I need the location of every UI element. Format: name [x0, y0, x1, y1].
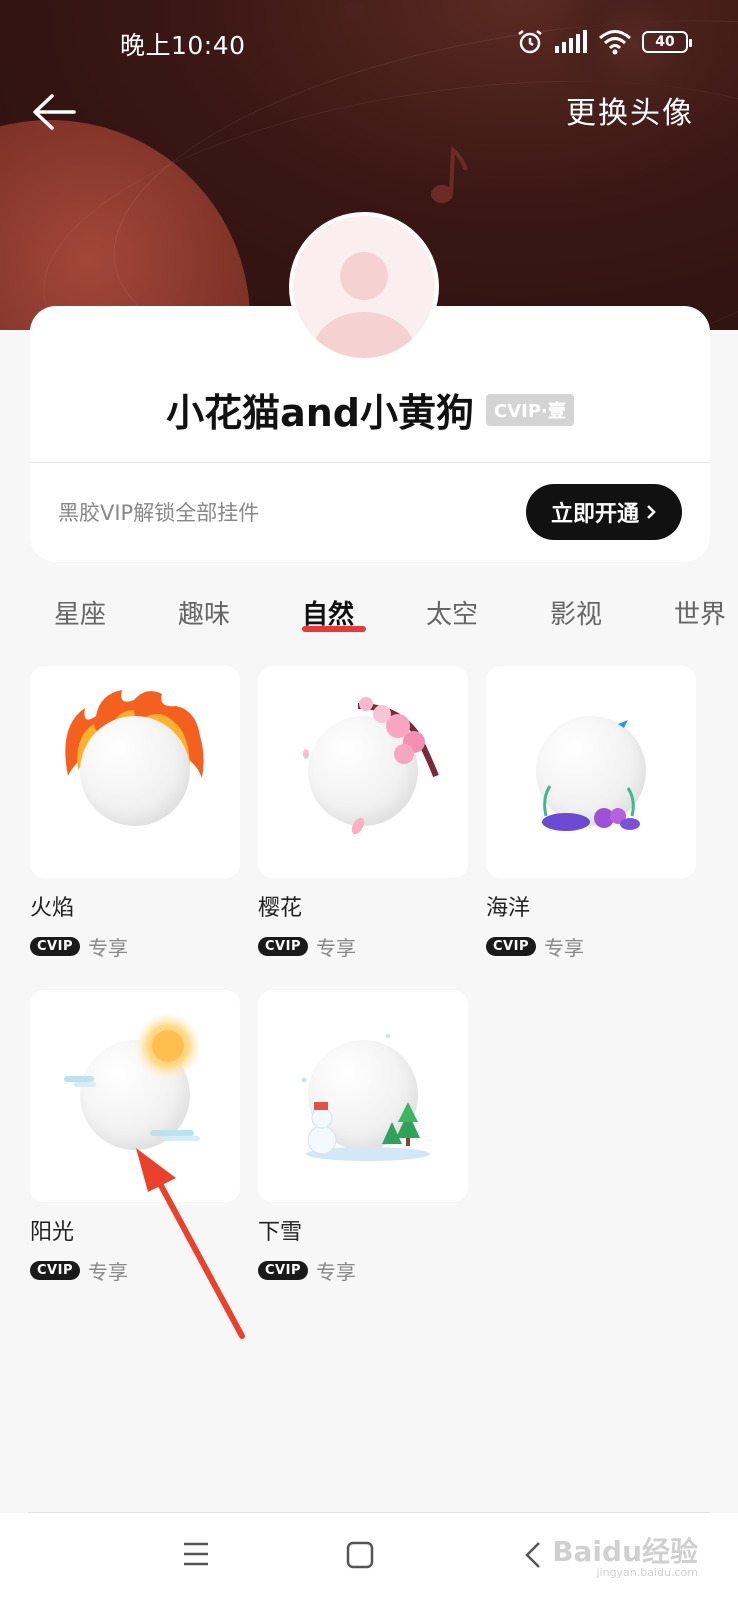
pendant-thumbnail[interactable] — [486, 666, 696, 878]
cvip-badge: CVIP — [258, 1261, 308, 1280]
username: 小花猫and小黄狗 — [166, 391, 475, 435]
status-bar: 晚上10:40 40 — [0, 22, 738, 62]
change-avatar-button[interactable]: 更换头像 — [566, 88, 694, 132]
snow-frame-icon — [301, 1034, 430, 1161]
pendant-item-fire[interactable]: 火焰 CVIP 专享 — [30, 666, 240, 961]
unlock-hint-text: 黑胶VIP解锁全部挂件 — [58, 501, 260, 525]
pendant-item-snow[interactable]: 下雪 CVIP 专享 — [258, 990, 468, 1285]
username-row: 小花猫and小黄狗 CVIP·壹 — [30, 382, 710, 437]
item-name: 樱花 — [258, 896, 303, 921]
pendant-item-cherry-blossom[interactable]: 樱花 CVIP 专享 — [258, 666, 468, 961]
watermark-text: Baidu经验 — [552, 1535, 698, 1568]
card-divider — [30, 462, 710, 463]
cvip-badge: CVIP — [30, 1261, 80, 1280]
vip-level-badge: CVIP·壹 — [486, 393, 574, 426]
item-name: 火焰 — [30, 896, 75, 921]
chevron-right-icon — [647, 505, 656, 519]
back-arrow-icon[interactable] — [30, 92, 76, 132]
alarm-icon — [518, 30, 542, 54]
tab-constellation[interactable]: 星座 — [54, 594, 106, 631]
item-vip-tag: CVIP 专享 — [30, 932, 240, 961]
status-icons: 40 — [516, 28, 692, 56]
bubble-decoration — [345, 0, 365, 20]
item-name: 海洋 — [486, 896, 531, 921]
cherry-blossom-frame-icon — [303, 697, 439, 835]
pendant-item-ocean[interactable]: 海洋 CVIP 专享 — [486, 666, 696, 961]
cvip-badge: CVIP — [258, 937, 308, 956]
tab-fun[interactable]: 趣味 — [178, 594, 230, 631]
pendant-thumbnail[interactable] — [258, 990, 468, 1202]
category-tabs: 星座 趣味 自然 太空 影视 世界 — [0, 594, 738, 644]
active-tab-indicator — [302, 626, 366, 632]
item-vip-tag: CVIP 专享 — [486, 932, 696, 961]
item-name: 下雪 — [258, 1220, 303, 1245]
item-vip-tag: CVIP 专享 — [258, 932, 468, 961]
tab-world[interactable]: 世界 — [674, 594, 726, 631]
exclusive-text: 专享 — [315, 1260, 356, 1284]
home-square-icon[interactable] — [346, 1541, 374, 1569]
pendant-thumbnail[interactable] — [30, 666, 240, 878]
tab-film[interactable]: 影视 — [550, 594, 602, 631]
wifi-icon — [599, 30, 631, 55]
baidu-watermark: Baidu经验 jingyan.baidu.com — [552, 1530, 698, 1579]
avatar[interactable] — [289, 212, 439, 362]
music-note-icon — [431, 145, 468, 203]
exclusive-text: 专享 — [87, 1260, 128, 1284]
pendant-thumbnail[interactable] — [258, 666, 468, 878]
exclusive-text: 专享 — [543, 936, 584, 960]
back-chevron-icon[interactable] — [524, 1541, 542, 1569]
exclusive-text: 专享 — [315, 936, 356, 960]
status-time: 晚上10:40 — [120, 31, 246, 60]
menu-icon[interactable] — [182, 1541, 210, 1567]
open-vip-button[interactable]: 立即开通 — [526, 484, 682, 540]
avatar-placeholder — [80, 716, 190, 826]
cvip-badge: CVIP — [30, 937, 80, 956]
battery-icon: 40 — [642, 31, 692, 53]
tab-space[interactable]: 太空 — [426, 594, 478, 631]
signal-icon — [555, 30, 587, 53]
exclusive-text: 专享 — [87, 936, 128, 960]
open-vip-label: 立即开通 — [550, 502, 639, 527]
red-annotation-arrow — [136, 1148, 245, 1339]
item-vip-tag: CVIP 专享 — [258, 1256, 468, 1285]
ocean-frame-icon — [542, 720, 640, 831]
cvip-badge: CVIP — [486, 937, 536, 956]
